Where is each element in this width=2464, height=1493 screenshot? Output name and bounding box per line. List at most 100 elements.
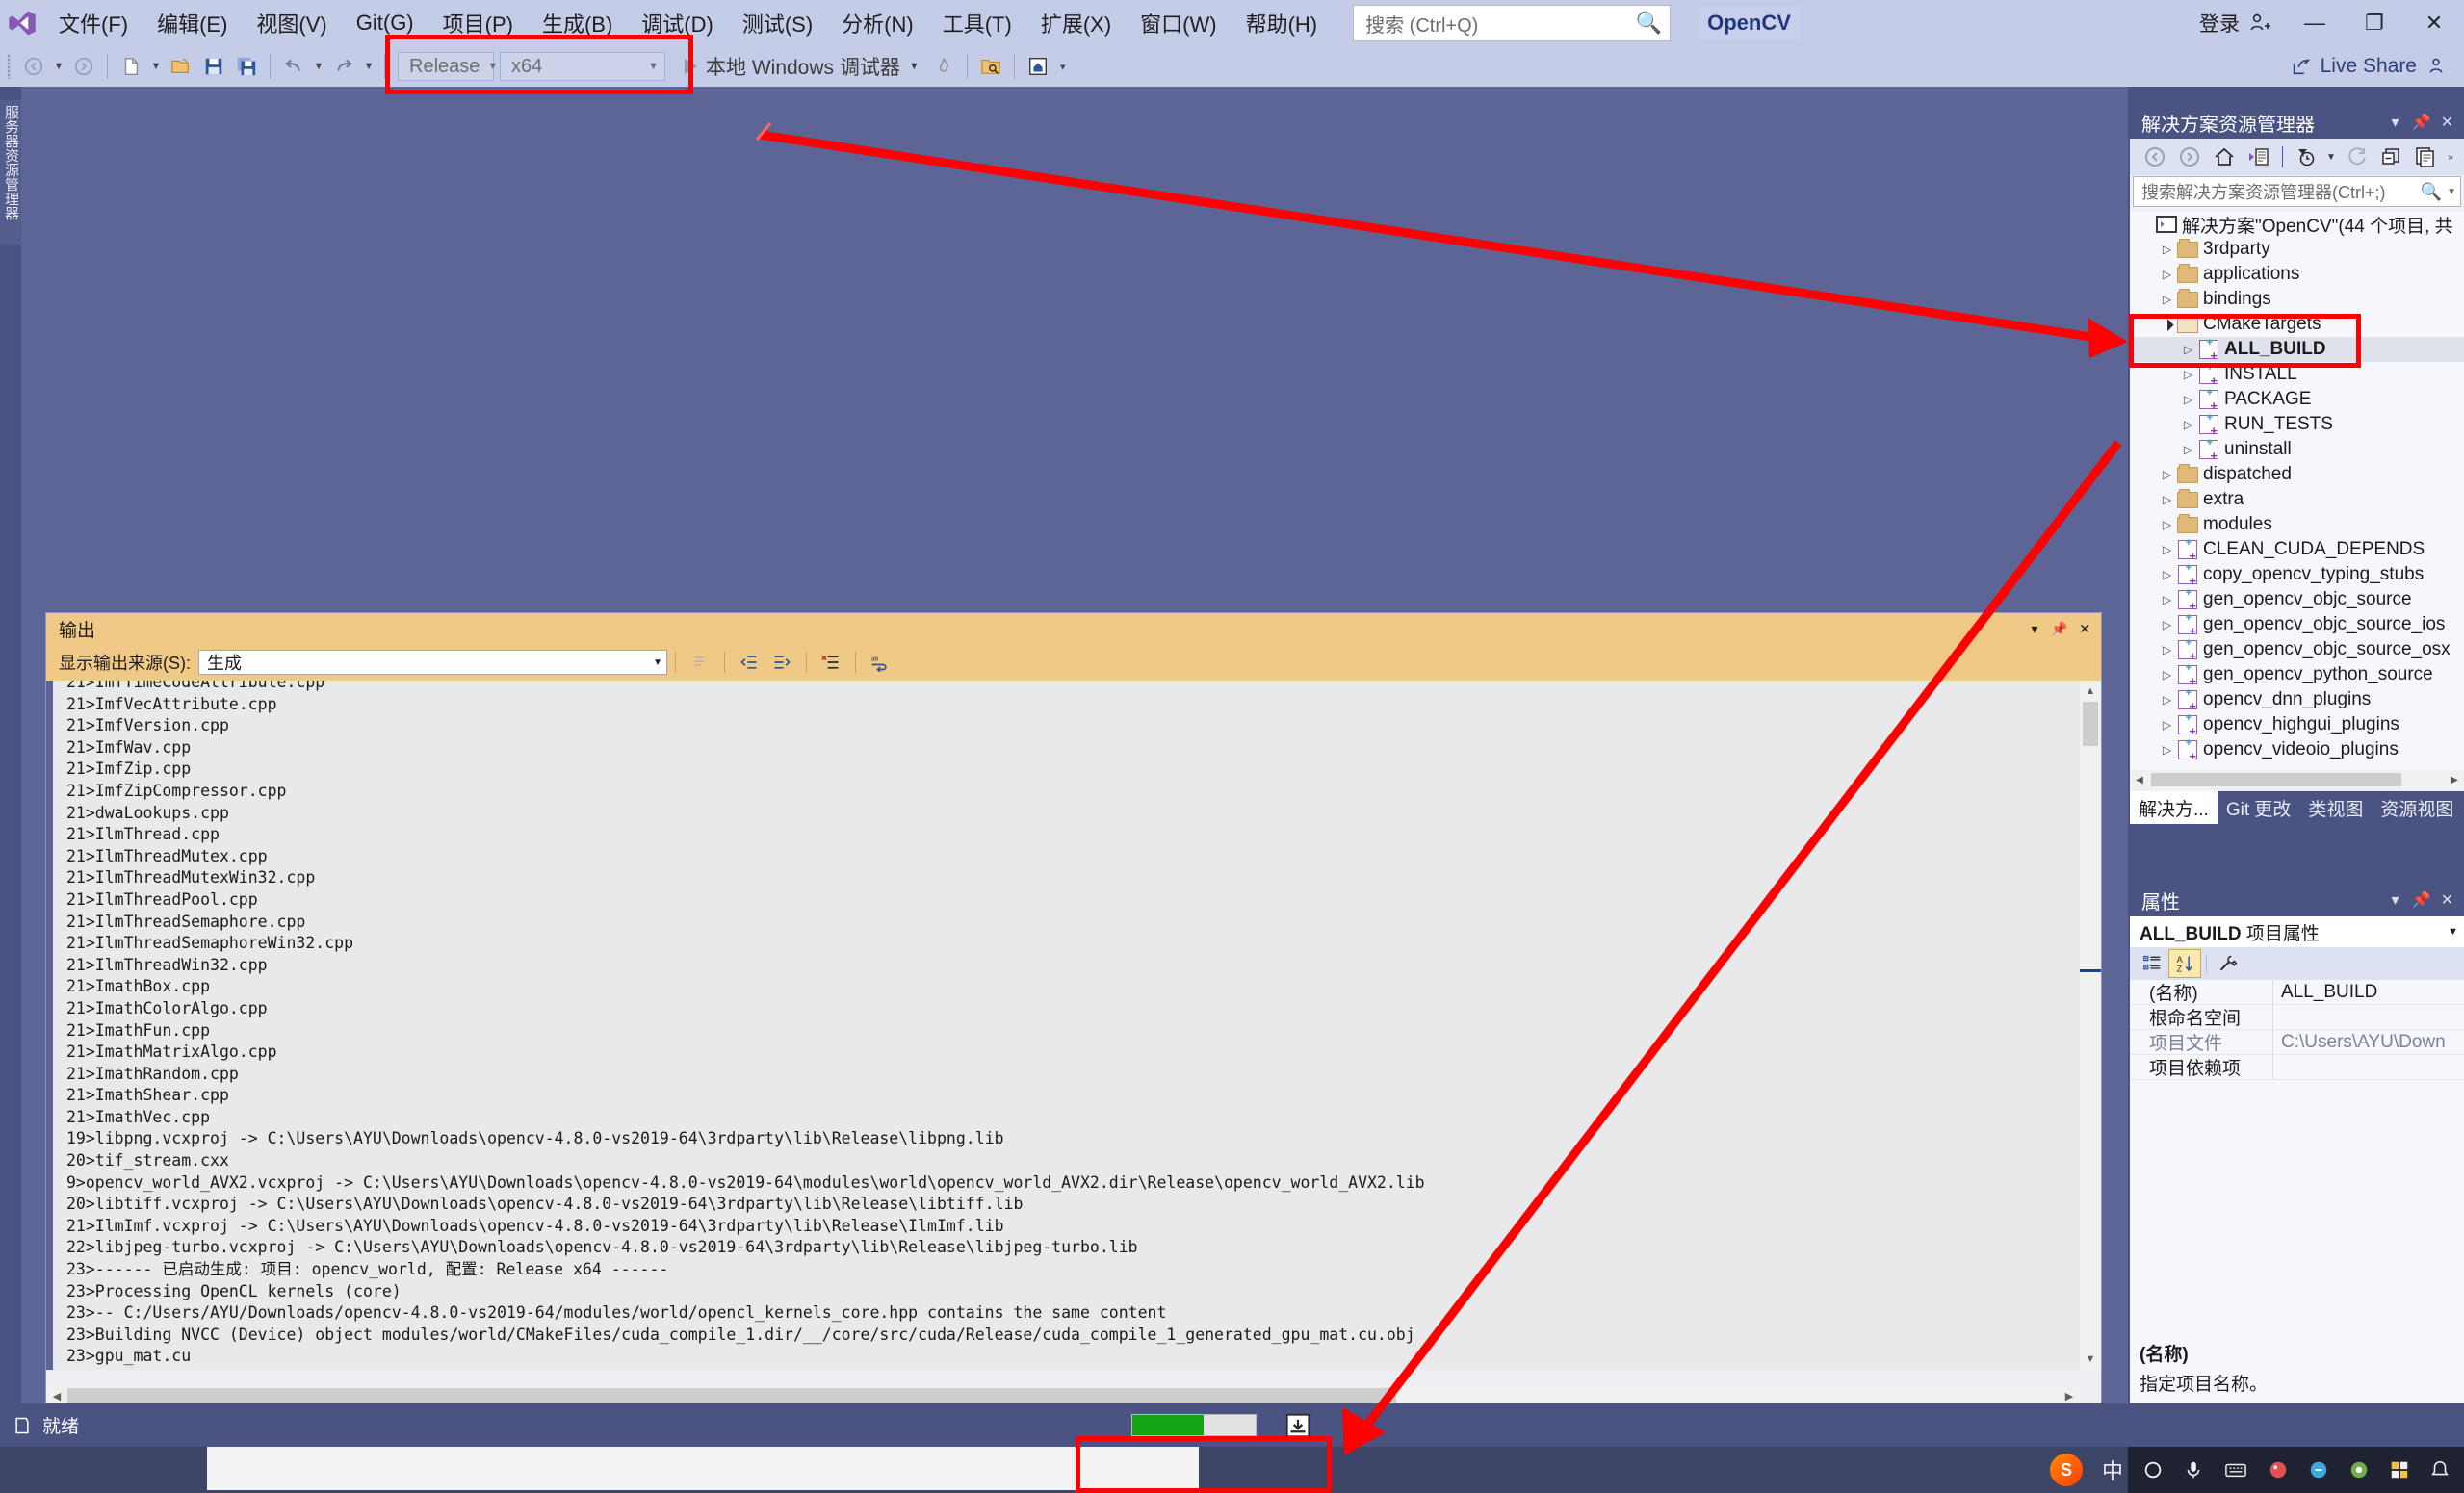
quick-search-input[interactable]: 搜索 (Ctrl+Q) 🔍 [1353, 5, 1672, 41]
property-value[interactable] [2272, 1055, 2464, 1079]
tab-solution-explorer[interactable]: 解决方... [2130, 791, 2218, 824]
menu-item-help[interactable]: 帮助(H) [1232, 0, 1333, 46]
scroll-down-icon[interactable]: ▼ [2080, 1349, 2101, 1370]
apps-icon[interactable] [2389, 1459, 2410, 1480]
chevron-right-icon[interactable]: ▷ [2159, 493, 2175, 506]
maximize-button[interactable]: ❐ [2345, 0, 2404, 46]
chevron-right-icon[interactable]: ▷ [2159, 718, 2175, 732]
close-button[interactable]: ✕ [2404, 0, 2464, 46]
tree-node[interactable]: ▷ opencv_dnn_plugins [2130, 687, 2464, 712]
save-all-icon[interactable] [230, 46, 263, 87]
redo-icon[interactable] [327, 46, 360, 87]
forward-icon[interactable] [2172, 141, 2207, 173]
property-row[interactable]: (名称) ALL_BUILD [2130, 980, 2464, 1005]
tab-resource-view[interactable]: 资源视图 [2372, 791, 2463, 824]
output-vertical-scrollbar[interactable]: ▲ ▼ [2080, 681, 2101, 1370]
tree-node[interactable]: ▷ copy_opencv_typing_stubs [2130, 562, 2464, 587]
toolbar-grip-handle[interactable] [0, 46, 17, 87]
chevron-right-icon[interactable]: ▷ [2180, 368, 2196, 381]
menu-item-window[interactable]: 窗口(W) [1126, 0, 1231, 46]
save-icon[interactable] [197, 46, 230, 87]
tab-git-changes[interactable]: Git 更改 [2217, 791, 2300, 824]
output-source-dropdown[interactable]: 生成 ▼ [198, 650, 667, 675]
property-row[interactable]: 根命名空间 [2130, 1005, 2464, 1030]
sign-in-button[interactable]: 登录 [2186, 9, 2285, 38]
categorized-view-icon[interactable] [2136, 949, 2168, 978]
chevron-right-icon[interactable]: ▷ [2159, 243, 2175, 256]
properties-menu-icon[interactable]: ▾ [2382, 886, 2408, 914]
notification-icon[interactable] [2429, 1459, 2451, 1480]
chevron-right-icon[interactable]: ▷ [2180, 343, 2196, 356]
microphone-icon[interactable] [2183, 1458, 2204, 1481]
collapse-all-icon[interactable] [2373, 141, 2408, 173]
alphabetical-view-icon[interactable]: AZ [2168, 949, 2201, 978]
next-message-icon[interactable] [765, 647, 798, 678]
menu-item-debug[interactable]: 调试(D) [627, 0, 728, 46]
undo-icon[interactable] [277, 46, 310, 87]
show-all-files-icon[interactable] [2408, 141, 2443, 173]
horizontal-scroll-thumb[interactable] [67, 1388, 1396, 1403]
solution-explorer-search-input[interactable]: 搜索解决方案资源管理器(Ctrl+;) 🔍 ▼ [2133, 176, 2461, 207]
chevron-right-icon[interactable]: ▷ [2159, 543, 2175, 556]
tree-node[interactable]: ▷ RUN_TESTS [2130, 412, 2464, 437]
menu-item-edit[interactable]: 编辑(E) [143, 0, 242, 46]
navigate-backward-icon[interactable] [17, 46, 50, 87]
solution-explorer-close-icon[interactable]: ✕ [2434, 108, 2460, 137]
chevron-right-icon[interactable]: ▷ [2180, 443, 2196, 456]
chevron-right-icon[interactable]: ▷ [2159, 743, 2175, 757]
properties-grid[interactable]: (名称) ALL_BUILD 根命名空间 项目文件 C:\Users\AYU\Down 项… [2130, 980, 2464, 1080]
pending-changes-filter-icon[interactable] [2289, 141, 2323, 173]
tab-class-view[interactable]: 类视图 [2299, 791, 2373, 824]
tree-node[interactable]: ▷ gen_opencv_objc_source_ios [2130, 612, 2464, 637]
menu-item-tools[interactable]: 工具(T) [928, 0, 1026, 46]
chevron-right-icon[interactable]: ▷ [2159, 293, 2175, 306]
home-icon[interactable] [2207, 141, 2242, 173]
chevron-down-icon[interactable]: ▼ [2448, 926, 2458, 938]
tree-node[interactable]: ▷ INSTALL [2130, 362, 2464, 387]
menu-item-project[interactable]: 项目(P) [428, 0, 528, 46]
solution-explorer-horizontal-scrollbar[interactable]: ◀ ▶ [2130, 770, 2464, 789]
solution-configuration-dropdown[interactable]: Release ▼ [398, 52, 498, 81]
horizontal-scroll-track[interactable] [2149, 770, 2445, 789]
property-row[interactable]: 项目文件 C:\Users\AYU\Down [2130, 1030, 2464, 1055]
sogou-icon[interactable]: S [2049, 1454, 2083, 1486]
output-text-area[interactable]: 21>ImfTimeCodeAttribute.cpp 21>ImfVecAttr… [46, 681, 2101, 1370]
solution-platform-dropdown[interactable]: x64 ▼ [500, 52, 665, 81]
minimize-button[interactable]: — [2285, 0, 2345, 46]
property-value[interactable] [2272, 1005, 2464, 1029]
tree-node[interactable]: ▷ opencv_videoio_plugins [2130, 737, 2464, 762]
properties-close-icon[interactable]: ✕ [2434, 886, 2460, 914]
tree-node[interactable]: ▷ applications [2130, 262, 2464, 287]
live-share-button[interactable]: Live Share [2291, 55, 2464, 78]
scroll-right-icon[interactable]: ▶ [2445, 775, 2464, 785]
output-panel-close-icon[interactable]: ✕ [2072, 615, 2097, 642]
chevron-right-icon[interactable]: ▷ [2159, 468, 2175, 481]
tree-node[interactable]: ▷ ALL_BUILD [2130, 337, 2464, 362]
new-file-dropdown-icon[interactable]: ▼ [147, 46, 165, 87]
palette-icon[interactable] [2268, 1459, 2289, 1480]
start-debugging-button[interactable]: 本地 Windows 调试器 ▼ [677, 52, 927, 81]
tree-node[interactable]: ▷ modules [2130, 512, 2464, 537]
hot-reload-icon[interactable] [927, 46, 960, 87]
menu-item-extensions[interactable]: 扩展(X) [1026, 0, 1126, 46]
chevron-down-icon[interactable]: ▼ [2442, 187, 2456, 197]
solution-explorer-pin-icon[interactable]: 📌 [2408, 108, 2434, 137]
tree-node[interactable]: ▷ gen_opencv_objc_source [2130, 587, 2464, 612]
properties-object-selector[interactable]: ALL_BUILD 项目属性 ▼ [2130, 916, 2464, 947]
property-pages-icon[interactable] [2212, 949, 2244, 978]
settings-icon[interactable] [2348, 1459, 2370, 1480]
properties-pin-icon[interactable]: 📌 [2408, 886, 2434, 914]
menu-item-analyze[interactable]: 分析(N) [827, 0, 928, 46]
tree-node[interactable]: 解决方案"OpenCV"(44 个项目, 共 [2130, 212, 2464, 237]
redo-dropdown-icon[interactable]: ▼ [360, 46, 377, 87]
open-file-icon[interactable] [165, 46, 197, 87]
ime-half-width-icon[interactable] [2142, 1459, 2164, 1480]
back-icon[interactable] [2138, 141, 2172, 173]
server-explorer-vertical-tab[interactable]: 服务器资源管理器 [0, 100, 21, 245]
home-window-icon[interactable] [1022, 46, 1054, 87]
menu-item-file[interactable]: 文件(F) [44, 0, 143, 46]
navigate-backward-dropdown-icon[interactable]: ▼ [50, 46, 67, 87]
tree-node[interactable]: ▷ opencv_highgui_plugins [2130, 712, 2464, 737]
clear-all-icon[interactable] [815, 647, 847, 678]
tree-node[interactable]: ▷ uninstall [2130, 437, 2464, 462]
